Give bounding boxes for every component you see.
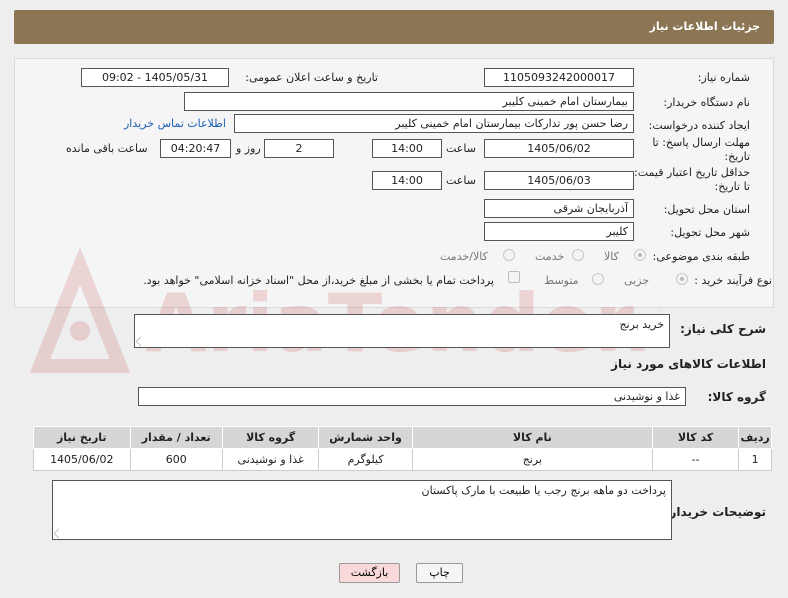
- city-label: شهر محل تحویل:: [670, 226, 750, 239]
- reply-date-field: 1405/06/02: [484, 139, 634, 158]
- buyer-notes-field: پرداخت دو ماهه برنج رجب یا طبیعت با مارک…: [52, 480, 672, 540]
- category-label: طبقه بندی موضوعی:: [652, 250, 750, 263]
- resize-grip-icon[interactable]: [53, 528, 64, 539]
- validity-time-field: 14:00: [372, 171, 442, 190]
- cell-code: --: [651, 448, 740, 471]
- print-button[interactable]: چاپ: [416, 563, 463, 583]
- category-radio-goods[interactable]: [634, 249, 646, 261]
- remaining-label: ساعت باقی مانده: [66, 142, 148, 155]
- announce-field: 1405/05/31 - 09:02: [81, 68, 229, 87]
- category-option-both: کالا/خدمت: [440, 250, 488, 263]
- treasury-note: پرداخت تمام یا بخشی از مبلغ خرید،از محل …: [143, 274, 494, 287]
- reply-deadline-label: مهلت ارسال پاسخ: تا تاریخ:: [652, 136, 750, 163]
- treasury-checkbox[interactable]: [508, 271, 520, 283]
- reply-time-label: ساعت: [446, 142, 476, 155]
- page-title: جزئیات اطلاعات نیاز: [649, 20, 761, 33]
- buyer-org-label: نام دستگاه خریدار:: [663, 96, 750, 109]
- province-label: استان محل تحویل:: [663, 203, 750, 216]
- resize-grip-icon[interactable]: [135, 336, 146, 347]
- table-header-row: ردیف کد کالا نام کالا واحد شمارش گروه کا…: [33, 426, 772, 449]
- process-radio-medium[interactable]: [592, 273, 604, 285]
- goods-group-label: گروه کالا:: [707, 390, 766, 404]
- process-option-minor: جزیی: [624, 274, 650, 287]
- buyer-notes-label: توضیحات خریدار:: [664, 505, 766, 519]
- process-label: نوع فرآیند خرید :: [694, 274, 772, 287]
- buyer-org-field: بیمارستان امام خمینی کلیبر: [184, 92, 634, 111]
- need-number-label: شماره نیاز:: [697, 71, 750, 84]
- need-number-field: 1105093242000017: [484, 68, 634, 87]
- category-radio-service[interactable]: [572, 249, 584, 261]
- col-code: کد کالا: [651, 426, 740, 449]
- col-date: تاریخ نیاز: [33, 426, 131, 449]
- col-unit: واحد شمارش: [318, 426, 413, 449]
- days-label: روز و: [236, 142, 261, 155]
- city-field: کلیبر: [484, 222, 634, 241]
- process-radio-minor[interactable]: [676, 273, 688, 285]
- goods-table: ردیف کد کالا نام کالا واحد شمارش گروه کا…: [33, 426, 772, 471]
- cell-qty: 600: [129, 448, 223, 471]
- col-name: نام کالا: [411, 426, 653, 449]
- goods-group-field: غذا و نوشیدنی: [138, 387, 686, 406]
- validity-date-field: 1405/06/03: [484, 171, 634, 190]
- buyer-contact-link[interactable]: اطلاعات تماس خریدار: [124, 117, 226, 130]
- province-field: آذربایجان شرقی: [484, 199, 634, 218]
- cell-row: 1: [738, 448, 772, 471]
- page-header: جزئیات اطلاعات نیاز: [14, 10, 774, 44]
- summary-label: شرح کلی نیاز:: [680, 322, 766, 336]
- buyer-notes-text: پرداخت دو ماهه برنج رجب یا طبیعت با مارک…: [421, 484, 666, 497]
- validity-time-label: ساعت: [446, 174, 476, 187]
- announce-label: تاریخ و ساعت اعلان عمومی:: [245, 71, 378, 84]
- cell-group: غذا و نوشیدنی: [221, 448, 320, 471]
- goods-info-title: اطلاعات کالاهای مورد نیاز: [611, 357, 766, 371]
- creator-field: رضا حسن پور تدارکات بیمارستان امام خمینی…: [234, 114, 634, 133]
- table-row: 1 -- برنج کیلوگرم غذا و نوشیدنی 600 1405…: [33, 448, 772, 471]
- cell-date: 1405/06/02: [33, 448, 131, 471]
- col-row: ردیف: [738, 426, 772, 449]
- category-option-service: خدمت: [535, 250, 565, 263]
- col-qty: تعداد / مقدار: [129, 426, 223, 449]
- creator-label: ایجاد کننده درخواست:: [648, 119, 750, 132]
- price-validity-label: حداقل تاریخ اعتبار قیمت: تا تاریخ:: [634, 166, 750, 193]
- cell-name: برنج: [411, 448, 653, 471]
- summary-field: خرید برنج: [134, 314, 670, 348]
- col-group: گروه کالا: [221, 426, 320, 449]
- process-option-medium: متوسط: [544, 274, 579, 287]
- category-option-goods: کالا: [604, 250, 619, 263]
- reply-days-field: 2: [264, 139, 334, 158]
- summary-text: خرید برنج: [619, 318, 665, 331]
- back-button[interactable]: بازگشت: [339, 563, 400, 583]
- category-radio-both[interactable]: [503, 249, 515, 261]
- cell-unit: کیلوگرم: [318, 448, 413, 471]
- reply-time-field: 14:00: [372, 139, 442, 158]
- remaining-time-field: 04:20:47: [160, 139, 231, 158]
